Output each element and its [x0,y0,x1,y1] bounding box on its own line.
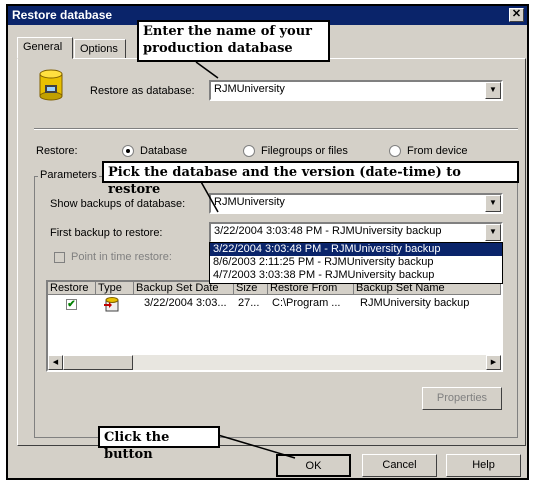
arrow-name-db [195,61,219,79]
annotation-name-db: Enter the name of your production databa… [137,20,330,62]
arrow-click-button [217,434,296,459]
annotation-click-button: Click the button [98,426,220,462]
arrow-pick-db [199,179,219,213]
annotation-arrows [195,61,296,459]
annotation-pick-db: Pick the database and the version (date-… [102,161,519,197]
